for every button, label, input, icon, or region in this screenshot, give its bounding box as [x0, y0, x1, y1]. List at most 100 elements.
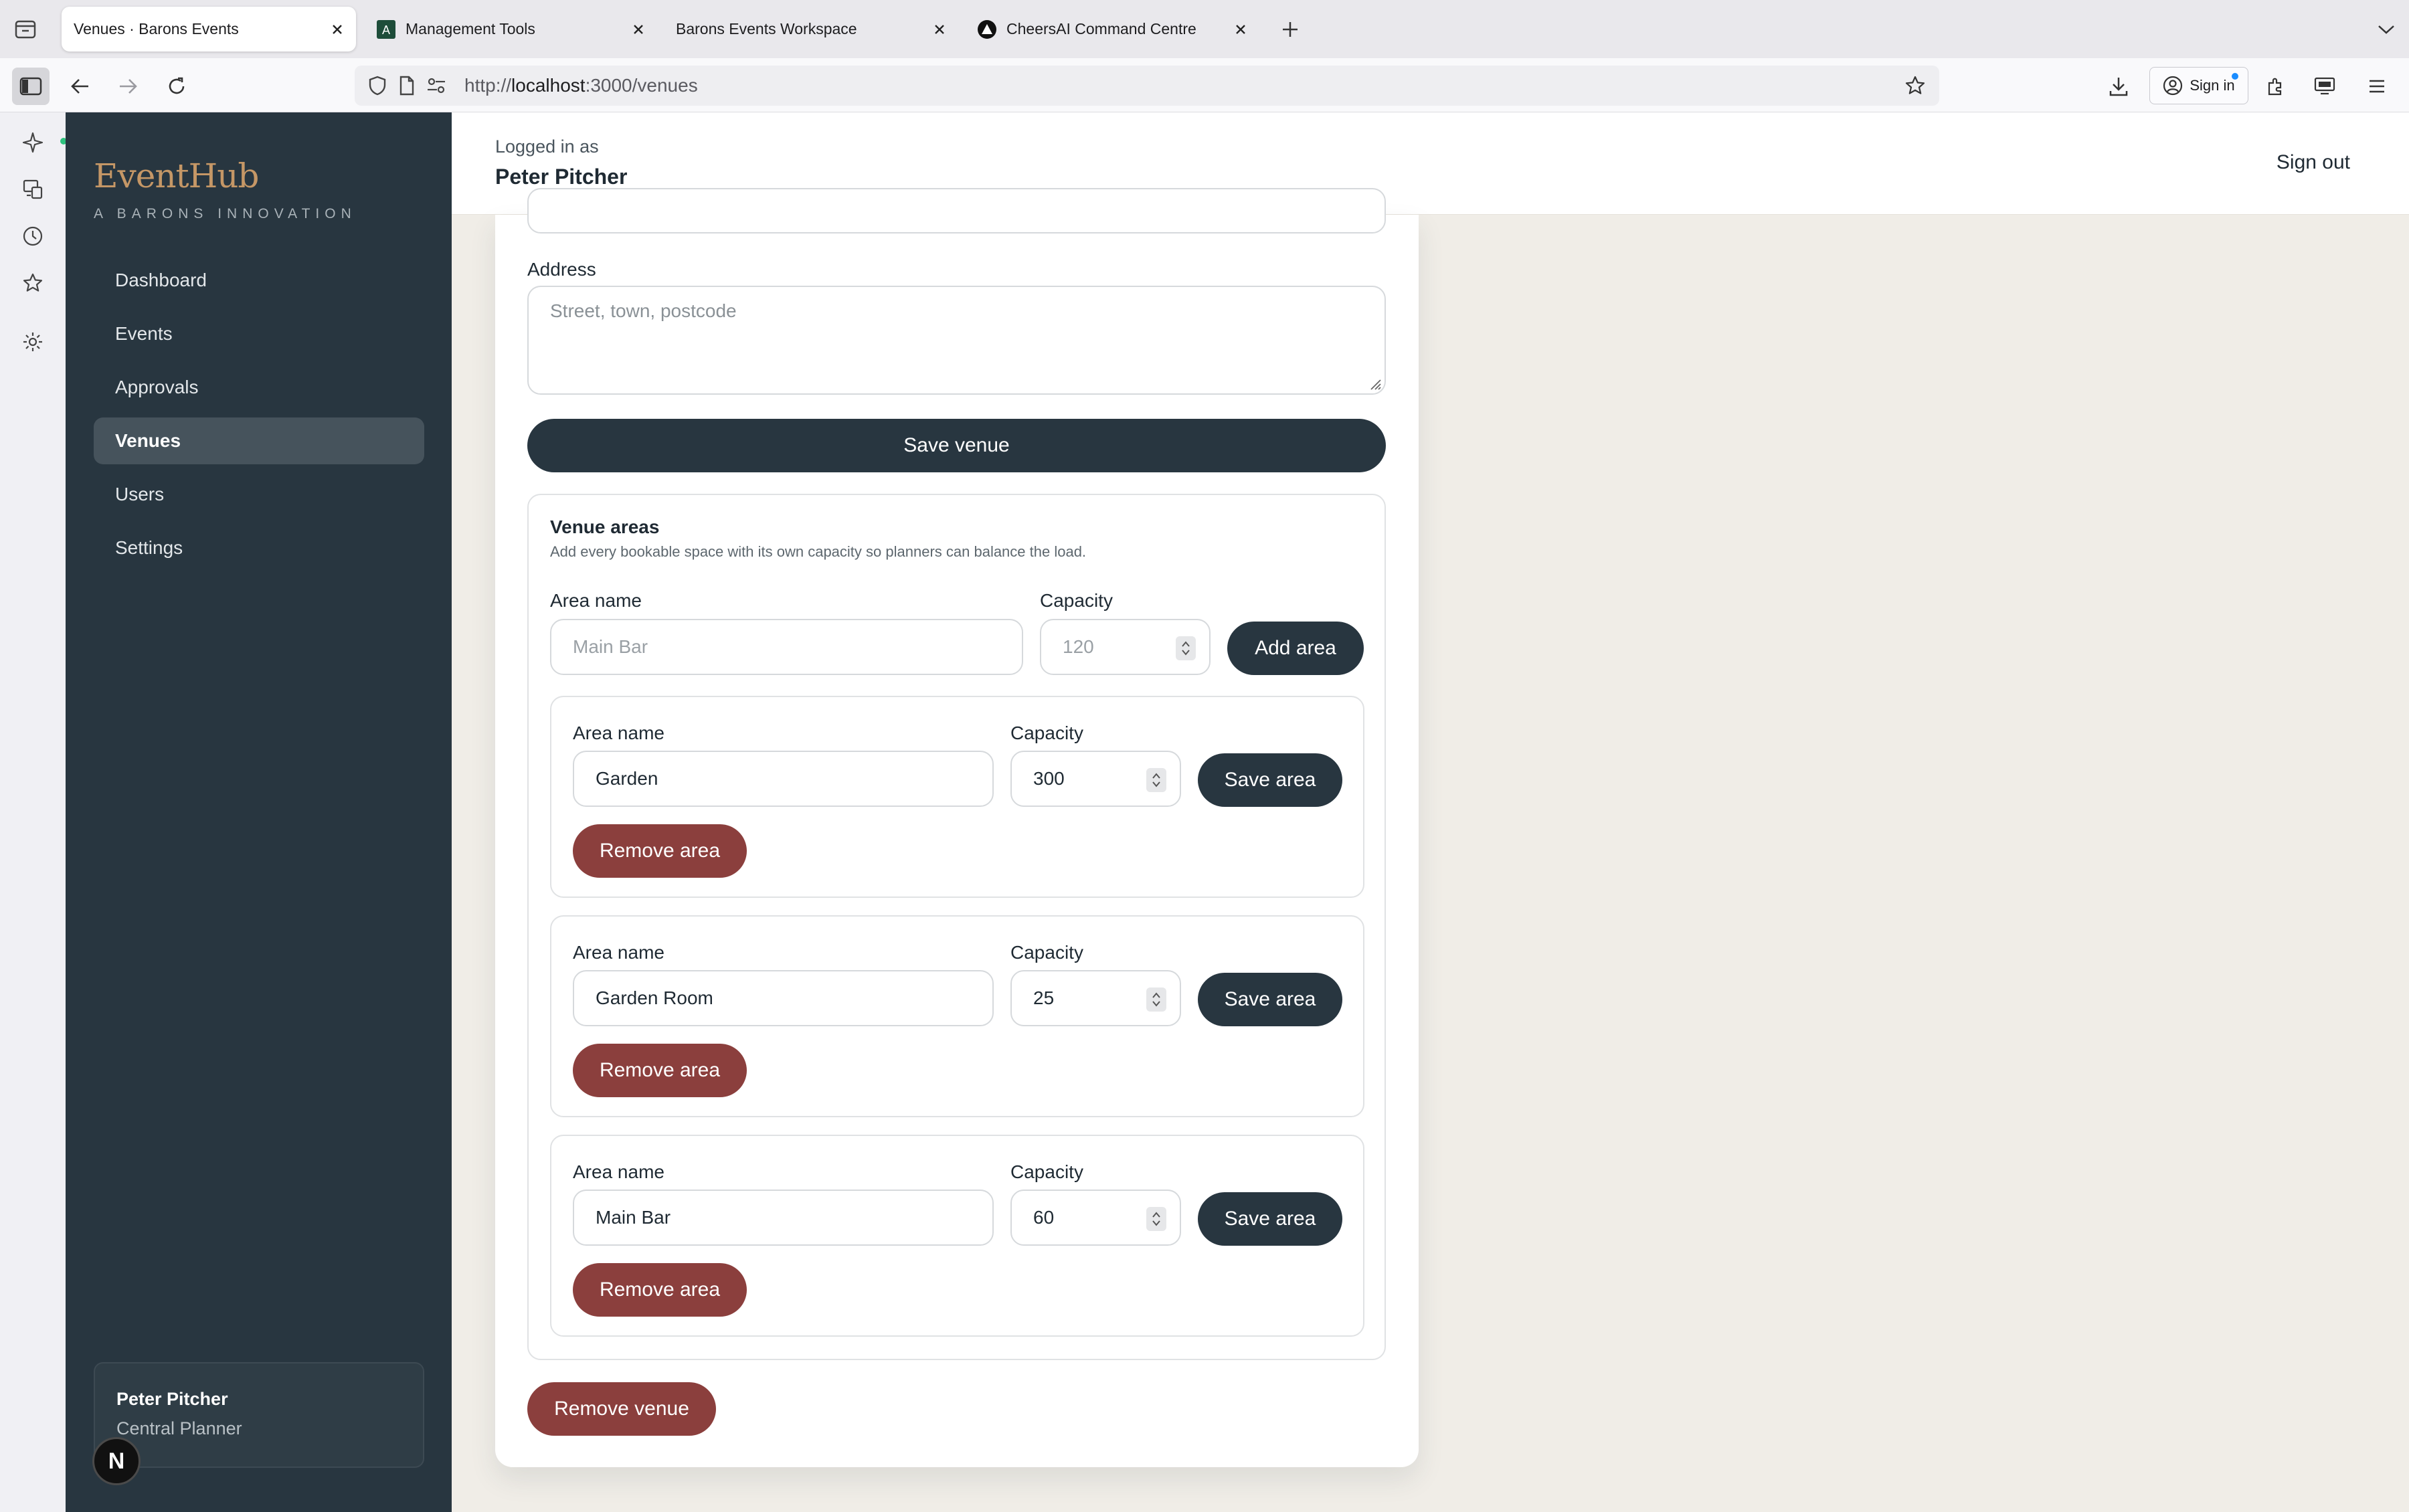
- ai-sparkle-icon[interactable]: [16, 126, 67, 159]
- forward-arrow-icon[interactable]: [109, 68, 147, 105]
- menu-hamburger-icon[interactable]: [2358, 68, 2396, 105]
- address-textarea[interactable]: Street, town, postcode: [527, 286, 1386, 395]
- area-name-value: Garden: [596, 768, 658, 789]
- remove-venue-button[interactable]: Remove venue: [527, 1382, 716, 1436]
- area-capacity-label: Capacity: [1010, 1161, 1083, 1182]
- tab-title: Management Tools: [406, 20, 535, 37]
- sign-in-label: Sign in: [2190, 77, 2235, 94]
- settings-gear-icon[interactable]: [16, 325, 50, 359]
- save-venue-button[interactable]: Save venue: [527, 419, 1386, 472]
- area-capacity-input[interactable]: 60: [1010, 1190, 1181, 1246]
- area-name-input[interactable]: Garden: [573, 751, 994, 807]
- area-name-input[interactable]: Main Bar: [573, 1190, 994, 1246]
- sidebar-item-users[interactable]: Users: [94, 471, 424, 518]
- nextjs-dev-badge[interactable]: N: [92, 1437, 141, 1485]
- tab-cheersai[interactable]: CheersAI Command Centre: [968, 7, 1259, 52]
- area-item-garden-room: Area name Garden Room Capacity 25 Save a…: [550, 915, 1364, 1117]
- new-area-name-input[interactable]: Main Bar: [550, 619, 1023, 675]
- sidebar-item-venues[interactable]: Venues: [94, 417, 424, 464]
- stepper-arrows-icon[interactable]: [1146, 768, 1166, 792]
- sidebar-menu: Dashboard Events Approvals Venues Users …: [94, 257, 424, 578]
- user-card: Peter Pitcher Central Planner: [94, 1362, 424, 1468]
- browser-side-rail: [0, 112, 67, 1512]
- tab-list-icon[interactable]: [12, 17, 39, 41]
- url-bar[interactable]: http://localhost:3000/venues: [355, 66, 1939, 106]
- venue-areas-section: Venue areas Add every bookable space wit…: [527, 494, 1386, 1360]
- history-clock-icon[interactable]: [16, 219, 50, 253]
- new-area-capacity-label: Capacity: [1040, 590, 1113, 611]
- brand-tagline: A BARONS INNOVATION: [94, 206, 357, 221]
- area-capacity-input[interactable]: 25: [1010, 970, 1181, 1026]
- close-tab-icon[interactable]: [1227, 16, 1254, 43]
- close-tab-icon[interactable]: [324, 16, 351, 43]
- sign-out-button[interactable]: Sign out: [2277, 151, 2350, 174]
- resize-grip-icon[interactable]: [1367, 376, 1382, 391]
- url-scheme: http://: [464, 75, 512, 96]
- stepper-arrows-icon[interactable]: [1176, 636, 1196, 660]
- tab-title: CheersAI Command Centre: [1006, 20, 1196, 37]
- url-path: :3000/venues: [585, 75, 698, 96]
- venue-name-input[interactable]: [527, 188, 1386, 233]
- account-icon: [2163, 76, 2183, 96]
- url-host: localhost: [511, 75, 586, 96]
- new-area-capacity-placeholder: 120: [1063, 636, 1094, 657]
- save-area-button[interactable]: Save area: [1198, 973, 1342, 1026]
- remove-area-button[interactable]: Remove area: [573, 1044, 747, 1097]
- sidebar-item-approvals[interactable]: Approvals: [94, 364, 424, 411]
- sidebar-toggle-icon[interactable]: [12, 68, 50, 105]
- new-area-name-placeholder: Main Bar: [573, 636, 648, 657]
- notification-dot: [2232, 73, 2238, 80]
- area-capacity-label: Capacity: [1010, 942, 1083, 963]
- new-area-name-label: Area name: [550, 590, 642, 611]
- area-capacity-label: Capacity: [1010, 723, 1083, 743]
- tab-barons-workspace[interactable]: Barons Events Workspace: [666, 7, 958, 52]
- brand-logo[interactable]: EventHub: [94, 157, 259, 195]
- area-name-label: Area name: [573, 723, 664, 743]
- area-name-value: Garden Room: [596, 987, 713, 1008]
- shield-icon[interactable]: [363, 71, 392, 100]
- tab-venues[interactable]: Venues · Barons Events: [62, 7, 356, 52]
- permissions-icon[interactable]: [422, 71, 451, 100]
- user-card-name: Peter Pitcher: [116, 1389, 228, 1409]
- sign-in-button[interactable]: Sign in: [2149, 67, 2248, 104]
- sidebar-item-events[interactable]: Events: [94, 310, 424, 357]
- management-tools-favicon: A: [376, 19, 396, 39]
- stepper-arrows-icon[interactable]: [1146, 1207, 1166, 1231]
- reload-icon[interactable]: [158, 68, 195, 105]
- area-name-input[interactable]: Garden Room: [573, 970, 994, 1026]
- screen-share-icon[interactable]: [2306, 68, 2343, 105]
- save-area-button[interactable]: Save area: [1198, 753, 1342, 807]
- synced-tabs-icon[interactable]: [16, 173, 50, 206]
- area-item-garden: Area name Garden Capacity 300 Save area …: [550, 696, 1364, 898]
- bookmarks-star-icon[interactable]: [16, 266, 50, 300]
- new-area-capacity-input[interactable]: 120: [1040, 619, 1211, 675]
- area-name-label: Area name: [573, 1161, 664, 1182]
- stepper-arrows-icon[interactable]: [1146, 987, 1166, 1012]
- save-area-button[interactable]: Save area: [1198, 1192, 1342, 1246]
- bookmark-star-icon[interactable]: [1900, 71, 1930, 100]
- logged-in-user: Peter Pitcher: [495, 165, 628, 189]
- cheersai-favicon: [977, 19, 997, 39]
- extensions-icon[interactable]: [2256, 68, 2294, 105]
- tab-title: Barons Events Workspace: [676, 20, 857, 37]
- close-tab-icon[interactable]: [926, 16, 953, 43]
- area-capacity-value: 60: [1033, 1207, 1055, 1228]
- sidebar-item-dashboard[interactable]: Dashboard: [94, 257, 424, 304]
- app-sidebar: EventHub A BARONS INNOVATION Dashboard E…: [66, 112, 452, 1512]
- new-tab-icon[interactable]: [1277, 16, 1304, 43]
- page-icon[interactable]: [392, 71, 422, 100]
- remove-area-button[interactable]: Remove area: [573, 824, 747, 878]
- chevron-down-icon[interactable]: [2374, 17, 2398, 41]
- url-text: http://localhost:3000/venues: [464, 75, 698, 96]
- sidebar-item-settings[interactable]: Settings: [94, 525, 424, 571]
- tab-management-tools[interactable]: A Management Tools: [365, 7, 657, 52]
- remove-area-button[interactable]: Remove area: [573, 1263, 747, 1317]
- back-arrow-icon[interactable]: [62, 68, 99, 105]
- address-placeholder: Street, town, postcode: [550, 300, 737, 321]
- close-tab-icon[interactable]: [625, 16, 652, 43]
- area-capacity-value: 300: [1033, 768, 1065, 789]
- area-capacity-input[interactable]: 300: [1010, 751, 1181, 807]
- address-label: Address: [527, 259, 596, 280]
- downloads-icon[interactable]: [2100, 68, 2137, 105]
- add-area-button[interactable]: Add area: [1227, 622, 1364, 675]
